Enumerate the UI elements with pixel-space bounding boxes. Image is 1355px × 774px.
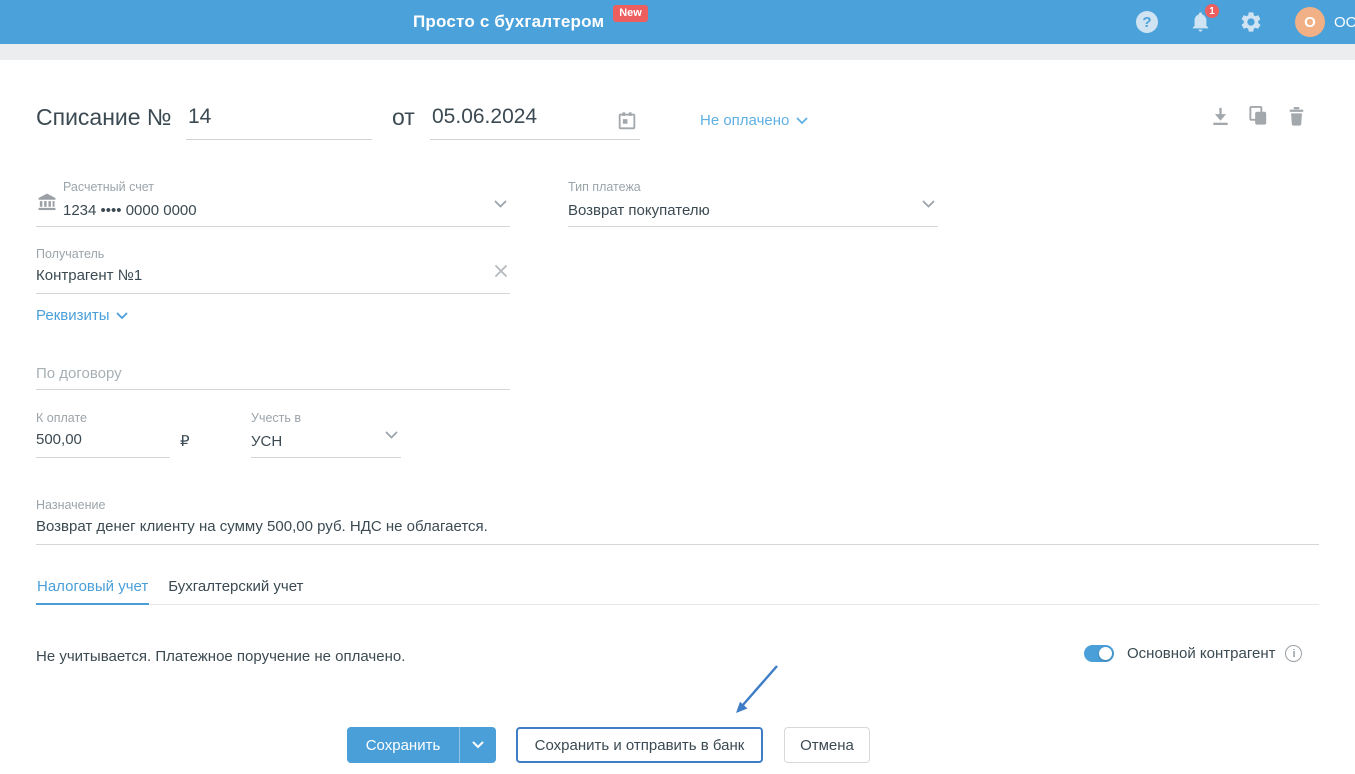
main-contractor-group: Основной контрагент i <box>1084 645 1303 662</box>
accounting-tabs: Налоговый учет Бухгалтерский учет <box>36 578 1319 605</box>
purpose-field: Назначение <box>36 498 1319 545</box>
gear-icon <box>1241 12 1261 32</box>
copy-icon[interactable] <box>1246 104 1270 128</box>
clear-icon[interactable] <box>494 264 508 283</box>
recipient-label: Получатель <box>36 247 105 261</box>
tax-status-text: Не учитывается. Платежное поручение не о… <box>36 648 406 665</box>
payment-status-label: Не оплачено <box>700 112 790 129</box>
app-window: Просто с бухгалтером New ? 1 О ОО Списан… <box>0 0 1355 774</box>
user-avatar[interactable]: О <box>1295 7 1325 37</box>
settlement-account-select[interactable]: Расчетный счет 1234 •••• 0000 0000 <box>36 180 510 227</box>
date-field <box>430 100 640 140</box>
calendar-icon[interactable] <box>616 110 638 132</box>
tab-bookkeeping[interactable]: Бухгалтерский учет <box>167 578 304 604</box>
recipient-input[interactable] <box>36 267 510 284</box>
requisites-label: Реквизиты <box>36 307 110 324</box>
annotation-arrow <box>736 665 778 713</box>
top-bar-actions: ? 1 О ОО <box>1136 0 1355 44</box>
save-and-send-to-bank-button[interactable]: Сохранить и отправить в банк <box>516 727 763 763</box>
recipient-field: Получатель <box>36 247 510 294</box>
new-badge: New <box>613 4 648 22</box>
main-contractor-toggle[interactable] <box>1084 645 1114 662</box>
notification-count-badge: 1 <box>1203 2 1221 20</box>
chevron-down-icon[interactable] <box>385 427 398 445</box>
purpose-input[interactable] <box>36 518 1319 535</box>
document-form: Списание № от Не оплачено <box>0 60 1355 774</box>
notifications-bell-icon[interactable]: 1 <box>1189 2 1221 34</box>
contract-field <box>36 343 510 390</box>
payment-type-value: Возврат покупателю <box>568 202 710 219</box>
tax-mode-select[interactable]: Учесть в УСН <box>251 411 401 458</box>
date-input[interactable] <box>430 100 595 134</box>
cancel-button[interactable]: Отмена <box>784 727 870 763</box>
help-icon[interactable]: ? <box>1136 11 1158 33</box>
document-number-input[interactable] <box>186 100 372 140</box>
settings-gear-icon[interactable] <box>1239 10 1263 34</box>
download-icon[interactable] <box>1208 104 1232 128</box>
amount-label: К оплате <box>36 411 87 425</box>
main-contractor-label: Основной контрагент <box>1127 645 1276 662</box>
amount-input[interactable] <box>36 431 170 448</box>
page-title: Списание № <box>36 104 172 130</box>
account-value: 1234 •••• 0000 0000 <box>63 202 197 219</box>
save-options-caret[interactable] <box>460 741 496 749</box>
org-name[interactable]: ОО <box>1334 14 1355 31</box>
bank-icon <box>36 191 58 218</box>
app-title-wrap: Просто с бухгалтером New <box>413 0 648 44</box>
tab-tax-accounting[interactable]: Налоговый учет <box>36 578 150 605</box>
header-divider-strip <box>0 44 1355 60</box>
app-title: Просто с бухгалтером <box>413 12 605 31</box>
date-preposition: от <box>392 104 415 130</box>
delete-trash-icon[interactable] <box>1284 104 1308 128</box>
info-icon[interactable]: i <box>1285 645 1303 662</box>
amount-field: К оплате <box>36 411 170 458</box>
chevron-down-icon <box>796 117 808 124</box>
requisites-expander[interactable]: Реквизиты <box>36 307 128 324</box>
tax-mode-value: УСН <box>251 433 283 450</box>
payment-status-dropdown[interactable]: Не оплачено <box>700 112 808 129</box>
tax-mode-label: Учесть в <box>251 411 302 425</box>
document-actions <box>1208 104 1308 128</box>
chevron-down-icon[interactable] <box>922 196 935 214</box>
contract-input[interactable] <box>36 365 510 382</box>
purpose-label: Назначение <box>36 498 106 512</box>
currency-ruble-sign: ₽ <box>180 433 190 450</box>
account-label: Расчетный счет <box>63 180 154 194</box>
save-button[interactable]: Сохранить <box>347 737 459 754</box>
payment-type-select[interactable]: Тип платежа Возврат покупателю <box>568 180 938 227</box>
top-bar: Просто с бухгалтером New ? 1 О ОО <box>0 0 1355 44</box>
toggle-knob <box>1099 647 1112 660</box>
chevron-down-icon <box>116 312 127 319</box>
save-split-button: Сохранить <box>347 727 496 763</box>
chevron-down-icon[interactable] <box>494 196 507 214</box>
payment-type-label: Тип платежа <box>568 180 641 194</box>
